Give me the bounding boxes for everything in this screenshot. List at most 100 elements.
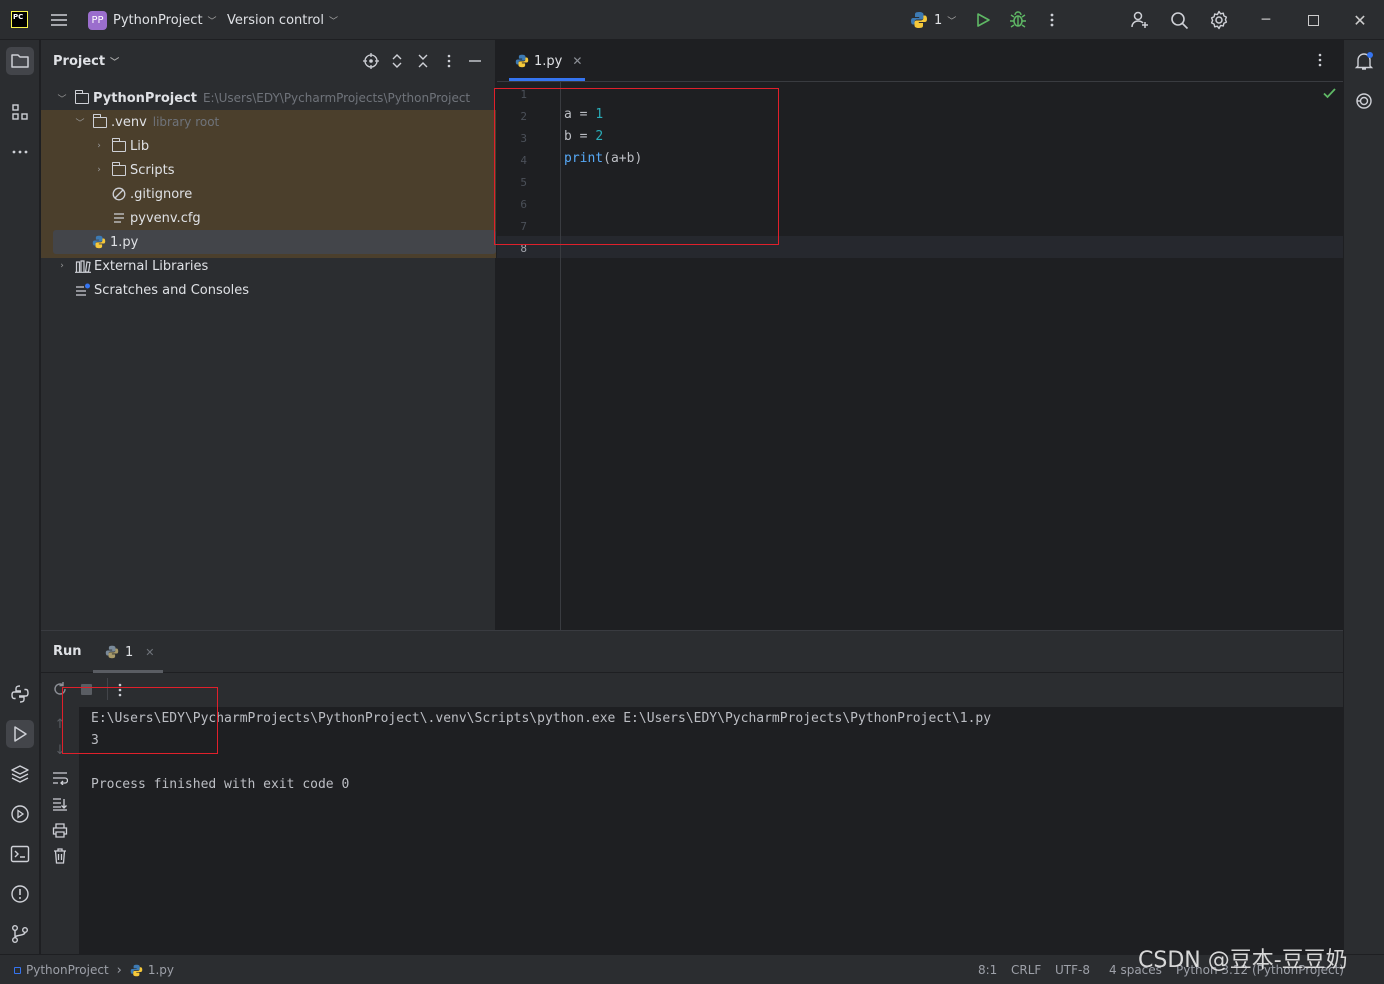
project-view-selector[interactable]: Project ﹀ — [53, 54, 119, 69]
select-opened-file-button[interactable] — [362, 52, 380, 70]
python-icon — [911, 12, 927, 28]
layers-icon — [11, 765, 29, 783]
console-line: Process finished with exit code 0 — [91, 777, 350, 792]
tree-item-hint: library root — [152, 115, 220, 129]
run-icon — [977, 13, 990, 27]
close-window-button[interactable]: ✕ — [1337, 0, 1383, 40]
tree-item-pythonproject[interactable]: ﹀ PythonProject E:\Users\EDY\PycharmProj… — [41, 86, 496, 110]
tree-item-label: .gitignore — [130, 186, 193, 202]
code-with-me-button[interactable] — [1130, 0, 1150, 40]
module-icon — [14, 966, 21, 974]
run-configuration-selector[interactable]: 1 ﹀ — [910, 0, 956, 40]
more-actions-button[interactable] — [1046, 0, 1058, 40]
services-tool-button[interactable] — [6, 800, 34, 828]
tree-item-label: PythonProject — [93, 90, 197, 106]
version-control-menu[interactable]: Version control ﹀ — [227, 0, 338, 40]
run-panel: Run 1 ✕ ↑ ↓ E:\Users\EDY\PycharmProjects… — [41, 630, 1343, 955]
scroll-to-end-button[interactable] — [51, 795, 69, 813]
tree-item-scratches[interactable]: Scratches and Consoles — [41, 278, 496, 302]
highlight-box-code — [494, 88, 779, 245]
problems-tool-button[interactable] — [6, 880, 34, 908]
editor-area: 1.py ✕ 1 2 3 4 5 6 7 8 a = 1 b = 2 print… — [494, 40, 1343, 630]
tab-label: 1.py — [534, 53, 563, 69]
project-options-button[interactable] — [440, 52, 458, 70]
search-everywhere-button[interactable] — [1170, 0, 1189, 40]
project-name: PythonProject — [113, 12, 203, 28]
tree-item-lib[interactable]: › Lib — [41, 134, 496, 158]
breadcrumb-file[interactable]: 1.py — [148, 963, 174, 977]
tree-item-pyvenv-cfg[interactable]: pyvenv.cfg — [41, 206, 496, 230]
bug-icon — [1010, 11, 1026, 28]
close-tab-icon[interactable]: ✕ — [572, 54, 582, 68]
tree-item-scripts[interactable]: › Scripts — [41, 158, 496, 182]
tree-item-1-py[interactable]: 1.py — [53, 230, 496, 254]
breadcrumb-project[interactable]: PythonProject — [26, 963, 109, 977]
main-menu-button[interactable] — [50, 0, 68, 40]
tree-item-venv[interactable]: ﹀ .venv library root — [41, 110, 496, 134]
python-console-icon — [11, 685, 29, 703]
console-line: E:\Users\EDY\PycharmProjects\PythonProje… — [91, 711, 992, 726]
run-button[interactable] — [975, 0, 991, 40]
run-tab[interactable]: 1 ✕ — [95, 631, 165, 673]
python-file-icon — [130, 964, 143, 976]
ai-assistant-button[interactable] — [1350, 87, 1378, 115]
maximize-button[interactable] — [1290, 0, 1336, 40]
left-tool-strip — [0, 40, 40, 954]
python-file-icon — [515, 54, 529, 68]
highlight-box-output — [62, 687, 218, 754]
run-outline-icon — [14, 726, 27, 742]
python-console-tool-button[interactable] — [6, 680, 34, 708]
line-separator[interactable]: CRLF — [1011, 955, 1041, 984]
chevron-down-icon: ﹀ — [947, 16, 957, 27]
hamburger-menu-icon — [51, 14, 67, 26]
debug-button[interactable] — [1009, 0, 1027, 40]
trash-icon — [54, 848, 66, 864]
caret-position-label: 8:1 — [978, 963, 998, 977]
file-encoding[interactable]: UTF-8 — [1055, 955, 1090, 984]
hide-panel-button[interactable] — [466, 52, 484, 70]
folder-icon — [111, 137, 126, 152]
collapse-all-icon — [418, 54, 428, 68]
checkmark-icon — [1323, 88, 1336, 99]
more-tools-button[interactable] — [6, 138, 34, 166]
no-problems-indicator[interactable] — [1323, 88, 1336, 103]
breadcrumb: PythonProject › 1.py — [14, 955, 174, 984]
clear-all-button[interactable] — [51, 847, 69, 865]
expand-all-button[interactable] — [388, 52, 406, 70]
editor-tabs-options-button[interactable] — [1317, 52, 1323, 72]
minimize-button[interactable]: ─ — [1243, 0, 1289, 40]
tree-item-external-libraries[interactable]: › External Libraries — [41, 254, 496, 278]
collapse-all-button[interactable] — [414, 52, 432, 70]
terminal-tool-button[interactable] — [6, 840, 34, 868]
chevron-right-icon: › — [97, 165, 101, 175]
file-encoding-label: UTF-8 — [1055, 963, 1090, 977]
tree-item-label: Lib — [130, 138, 150, 154]
project-tool-button[interactable] — [6, 47, 34, 75]
print-icon — [52, 822, 68, 838]
minimize-icon — [469, 60, 481, 62]
tree-item-gitignore[interactable]: .gitignore — [41, 182, 496, 206]
settings-button[interactable] — [1209, 0, 1229, 40]
project-panel: Project ﹀ ﹀ PythonProject E:\Users\EDY\Py… — [41, 40, 496, 630]
run-tool-button[interactable] — [6, 720, 34, 748]
close-tab-icon[interactable]: ✕ — [145, 646, 154, 659]
project-switcher[interactable]: PP PythonProject ﹀ — [88, 0, 217, 40]
soft-wrap-button[interactable] — [51, 769, 69, 787]
print-button[interactable] — [51, 821, 69, 839]
structure-tool-button[interactable] — [6, 98, 34, 126]
project-badge: PP — [88, 10, 107, 30]
run-panel-title: Run — [53, 644, 82, 659]
console-output[interactable] — [79, 707, 1343, 955]
right-tool-strip — [1343, 40, 1384, 954]
crosshair-icon — [363, 53, 379, 69]
python-packages-tool-button[interactable] — [6, 760, 34, 788]
tab-1-py[interactable]: 1.py ✕ — [509, 40, 588, 82]
git-tool-button[interactable] — [6, 920, 34, 948]
chevron-down-icon: ﹀ — [207, 16, 217, 27]
run-panel-header: Run 1 ✕ — [41, 631, 1343, 673]
structure-icon — [12, 104, 28, 120]
chevron-down-icon: ﹀ — [57, 94, 67, 105]
caret-position[interactable]: 8:1 — [978, 955, 997, 984]
notifications-button[interactable] — [1350, 47, 1378, 75]
tree-item-path-hint: E:\Users\EDY\PycharmProjects\PythonProje… — [202, 91, 471, 105]
